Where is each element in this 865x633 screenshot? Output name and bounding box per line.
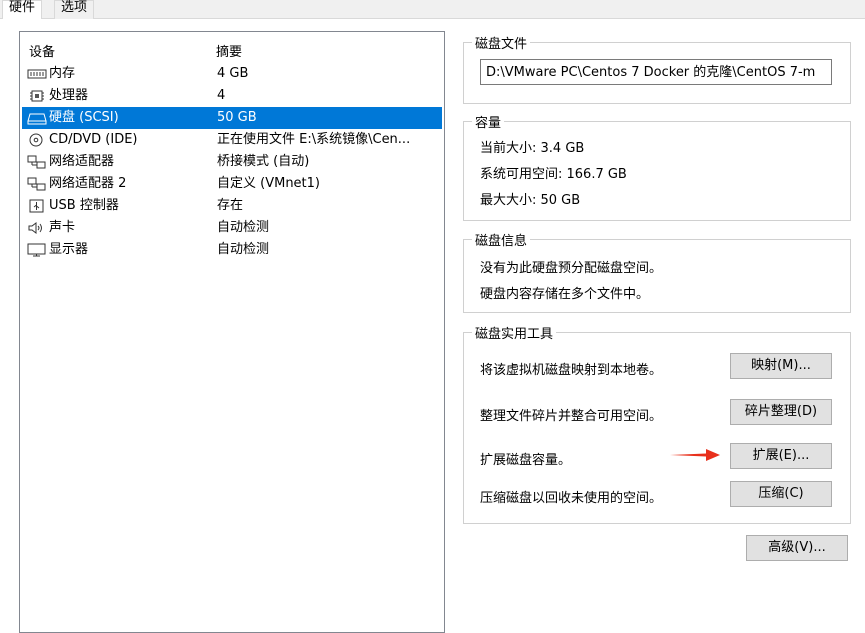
device-row-memory[interactable]: 内存 4 GB	[22, 63, 442, 85]
expand-description: 扩展磁盘容量。	[480, 453, 572, 468]
cpu-icon	[30, 90, 44, 102]
usb-icon	[29, 199, 44, 213]
available-space: 系统可用空间: 166.7 GB	[480, 167, 627, 182]
harddisk-icon	[27, 113, 47, 125]
device-summary: 50 GB	[217, 110, 257, 125]
max-size: 最大大小: 50 GB	[480, 193, 581, 208]
tab-hardware[interactable]: 硬件	[2, 0, 43, 19]
expand-button[interactable]: 扩展(E)...	[730, 443, 832, 469]
disk-utilities-group: 磁盘实用工具 将该虚拟机磁盘映射到本地卷。 映射(M)... 整理文件碎片并整合…	[463, 323, 851, 524]
device-row-display[interactable]: 显示器 自动检测	[22, 239, 442, 261]
device-row-processor[interactable]: 处理器 4	[22, 85, 442, 107]
device-row-usb[interactable]: USB 控制器 存在	[22, 195, 442, 217]
device-summary: 正在使用文件 E:\系统镜像\Cen...	[217, 132, 411, 147]
device-name: 网络适配器	[49, 154, 115, 169]
summary-column-header[interactable]: 摘要	[216, 41, 242, 60]
disk-info-group: 磁盘信息 没有为此硬盘预分配磁盘空间。 硬盘内容存储在多个文件中。	[463, 230, 851, 313]
device-summary: 4 GB	[217, 66, 249, 81]
device-row-sound[interactable]: 声卡 自动检测	[22, 217, 442, 239]
device-row-harddisk[interactable]: 硬盘 (SCSI) 50 GB	[22, 107, 442, 129]
device-name: CD/DVD (IDE)	[49, 132, 138, 147]
disk-info-line-2: 硬盘内容存储在多个文件中。	[480, 287, 650, 302]
map-button[interactable]: 映射(M)...	[730, 353, 832, 379]
device-summary: 自动检测	[217, 220, 270, 235]
device-summary: 桥接模式 (自动)	[217, 154, 310, 169]
device-name: 硬盘 (SCSI)	[49, 110, 119, 125]
cd-dvd-icon	[29, 133, 43, 147]
capacity-group: 容量 当前大小: 3.4 GB 系统可用空间: 166.7 GB 最大大小: 5…	[463, 112, 851, 221]
compact-button[interactable]: 压缩(C)	[730, 481, 832, 507]
advanced-button[interactable]: 高级(V)...	[746, 535, 848, 561]
device-name: 声卡	[49, 220, 76, 235]
tab-options[interactable]: 选项	[54, 0, 95, 19]
network-icon	[27, 177, 46, 191]
device-row-cd-dvd[interactable]: CD/DVD (IDE) 正在使用文件 E:\系统镜像\Cen...	[22, 129, 442, 151]
disk-file-legend: 磁盘文件	[472, 33, 531, 52]
network-icon	[27, 155, 46, 169]
device-summary: 4	[217, 88, 226, 103]
device-name: 网络适配器 2	[49, 176, 127, 191]
device-column-header[interactable]: 设备	[29, 41, 55, 60]
disk-file-path[interactable]: D:\VMware PC\Centos 7 Docker 的克隆\CentOS …	[480, 59, 832, 85]
memory-icon	[27, 69, 47, 79]
device-row-network-2[interactable]: 网络适配器 2 自定义 (VMnet1)	[22, 173, 442, 195]
device-name: 处理器	[49, 88, 89, 103]
disk-file-group: 磁盘文件 D:\VMware PC\Centos 7 Docker 的克隆\Ce…	[463, 33, 851, 104]
disk-info-legend: 磁盘信息	[472, 230, 531, 249]
device-name: 显示器	[49, 242, 89, 257]
device-name: USB 控制器	[49, 198, 119, 213]
device-row-network-1[interactable]: 网络适配器 桥接模式 (自动)	[22, 151, 442, 173]
disk-info-line-1: 没有为此硬盘预分配磁盘空间。	[480, 261, 663, 276]
tab-strip: 硬件 选项	[0, 0, 865, 19]
device-summary: 存在	[217, 198, 244, 213]
defrag-button[interactable]: 碎片整理(D)	[730, 399, 832, 425]
red-arrow-icon	[670, 449, 720, 461]
capacity-legend: 容量	[472, 112, 505, 131]
device-summary: 自动检测	[217, 242, 270, 257]
current-size: 当前大小: 3.4 GB	[480, 141, 585, 156]
disk-utilities-legend: 磁盘实用工具	[472, 323, 557, 342]
monitor-icon	[27, 243, 46, 257]
device-summary: 自定义 (VMnet1)	[217, 176, 320, 191]
map-description: 将该虚拟机磁盘映射到本地卷。	[480, 363, 663, 378]
compact-description: 压缩磁盘以回收未使用的空间。	[480, 491, 663, 506]
speaker-icon	[28, 222, 42, 234]
device-list[interactable]: 设备 摘要 内存 4 GB 处理器 4 硬盘 (SCSI) 50 GB CD/D…	[19, 31, 445, 633]
device-name: 内存	[49, 66, 76, 81]
defrag-description: 整理文件碎片并整合可用空间。	[480, 409, 663, 424]
